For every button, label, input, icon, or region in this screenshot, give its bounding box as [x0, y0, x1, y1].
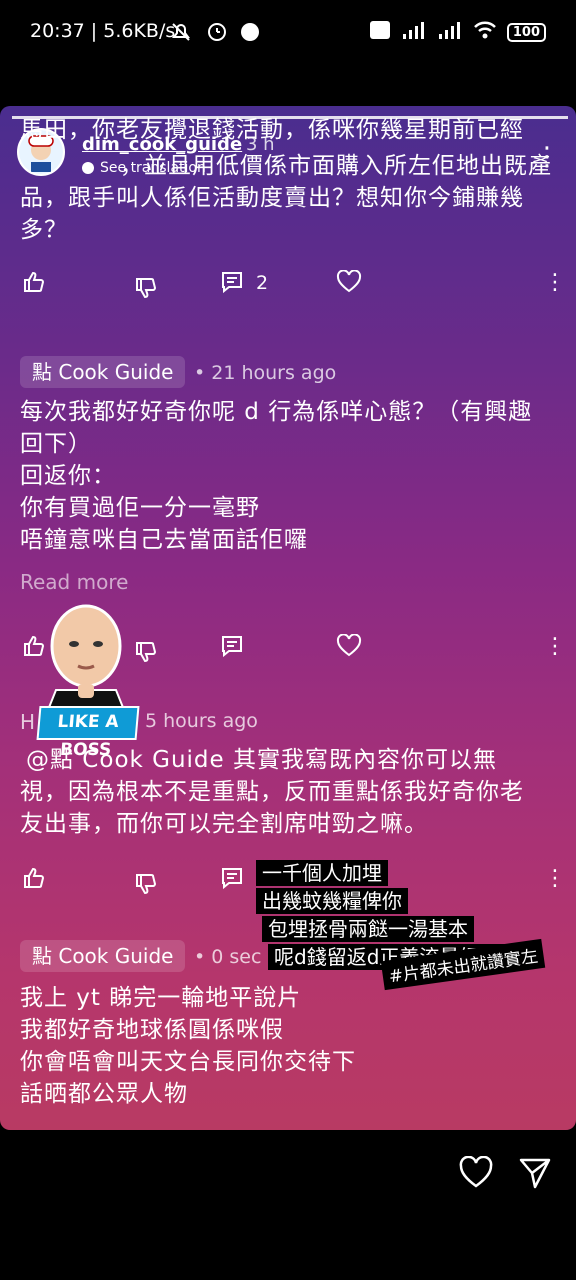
comment1-line2: ，並且用低價係市面購入所左佢地出既產	[120, 153, 552, 179]
comment3-time: 5 hours ago	[145, 710, 258, 732]
comment3-line3: 友出事，而你可以完全割席咁勁之嘛。	[20, 811, 428, 837]
comment2-line1: 每次我都好好奇你呢 d 行為係咩心態？（有興趣	[20, 399, 533, 425]
comment4-line1: 我上 yt 睇完一輪地平說片	[20, 985, 302, 1011]
reply-icon[interactable]	[220, 634, 244, 664]
comment2-line4: 你有買過佢一分一毫野	[20, 495, 260, 521]
comment3-author-initial: H	[20, 710, 36, 734]
comment4-time: • 0 sec	[194, 946, 262, 968]
status-icons-left	[170, 20, 260, 47]
like-icon[interactable]	[22, 270, 46, 300]
comment-more-icon[interactable]: ⋮	[544, 270, 566, 295]
signal-icon	[401, 20, 427, 44]
comment4-line2: 我都好奇地球係圓係咪假	[20, 1017, 284, 1043]
comment2-line5: 唔鐘意咪自己去當面話佢囉	[20, 527, 308, 553]
comment-more-icon[interactable]: ⋮	[544, 634, 566, 659]
comment-more-icon[interactable]: ⋮	[544, 866, 566, 891]
story-like-icon[interactable]	[458, 1155, 494, 1194]
translate-dot-icon	[82, 162, 94, 174]
status-time-speed: 20:37 | 5.6KB/s	[30, 20, 176, 42]
reply-icon[interactable]	[220, 866, 244, 896]
status-bar: 20:37 | 5.6KB/s 100	[0, 0, 576, 62]
comment2-line2: 回下）	[20, 431, 92, 457]
author-chip[interactable]: 點 Cook Guide	[20, 356, 186, 388]
heart-icon[interactable]	[336, 633, 362, 664]
comment4-line3: 你會唔會叫天文台長同你交待下	[20, 1049, 356, 1075]
comment1-line1: 馬田，你老友攪退錢活動，係咪你幾星期前已經	[20, 117, 524, 143]
dislike-icon[interactable]	[134, 640, 158, 670]
app-notification-icon	[240, 23, 260, 47]
reply-count: 2	[256, 272, 269, 294]
like-icon[interactable]	[22, 866, 46, 896]
comment2-line3: 回返你：	[20, 463, 116, 489]
dislike-icon[interactable]	[134, 276, 158, 306]
comment1-line3: 品，跟手叫人係佢活動度賣出？想知你今鋪賺幾	[20, 185, 524, 211]
volte-icon	[369, 20, 391, 44]
comment4-line4: 話晒都公眾人物	[20, 1081, 188, 1107]
alarm-icon	[206, 23, 234, 47]
overlay-line3: 包埋拯骨兩餸一湯基本	[262, 916, 474, 942]
author-chip[interactable]: 點 Cook Guide	[20, 940, 186, 972]
read-more-link[interactable]: Read more	[20, 570, 128, 594]
comment1-actions: 2 ⋮	[0, 269, 576, 306]
comment3-line2: 視，因為根本不是重點，反而重點係我好奇你老	[20, 779, 524, 805]
heart-icon[interactable]	[336, 269, 362, 300]
comment1-line4: 多？	[20, 217, 68, 243]
comment2-time: • 21 hours ago	[194, 362, 337, 384]
overlay-line1: 一千個人加埋	[256, 860, 388, 886]
reply-icon[interactable]	[220, 270, 244, 300]
wifi-icon	[473, 20, 497, 44]
battery-icon: 100	[506, 22, 546, 42]
signal-icon-2	[437, 20, 463, 44]
dislike-icon[interactable]	[134, 872, 158, 902]
comment3-line1: @點 Cook Guide 其實我寫既內容你可以無	[26, 747, 497, 773]
status-icons-right: 100	[369, 20, 546, 44]
mute-icon	[170, 23, 198, 47]
sticker-label: LIKE A BOSS	[36, 706, 140, 760]
story-send-icon[interactable]	[518, 1156, 552, 1194]
overlay-line2: 出幾蚊幾糧俾你	[256, 888, 408, 914]
